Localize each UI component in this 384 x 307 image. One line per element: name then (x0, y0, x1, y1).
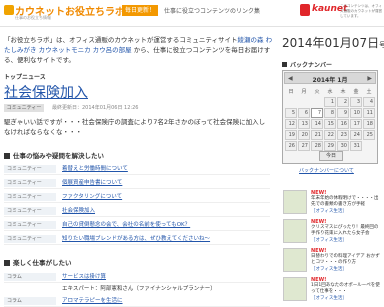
table-row: コミュニティー 着替えと労働時間について (4, 163, 270, 175)
ad-thumbnail[interactable] (283, 219, 307, 243)
next-month-icon[interactable]: ▶ (367, 75, 372, 82)
daily-update-badge: 毎日更新！ (122, 5, 159, 16)
top-news-excerpt: 駆ぎゃいい話ですが・・・社会保険庁の調査により7名2年さかのぼって社会保険に加入… (4, 118, 266, 136)
weekday-label: 日 (288, 89, 294, 95)
section-work-heading: 仕事の悩みや疑問を解決したい (4, 150, 104, 160)
backnumber-heading: バックナンバー (282, 60, 332, 69)
calendar-day[interactable]: 31 (350, 141, 362, 151)
weekday-label: 木 (340, 89, 346, 95)
ad-tag[interactable]: ［オフィス生活］ (311, 266, 347, 272)
site-header: カウネットお役立ちラボ 仕事のお役立ち情報 毎日更新！ 仕事に役立つコンテンツの… (0, 0, 384, 27)
today-button[interactable]: 今日 (319, 151, 343, 161)
ad-thumbnail[interactable] (283, 190, 307, 214)
calendar-day[interactable]: 6 (298, 108, 310, 118)
table-row: コラム アロマテラピーを生活に (4, 295, 270, 307)
calendar-day[interactable]: 2 (337, 97, 349, 107)
sidebar-ad[interactable]: NEW! 年末年始の休暇明けで・・・・出先での書類の書き方が手軽 ［オフィス生活… (283, 190, 381, 218)
calendar-day[interactable]: 12 (285, 119, 297, 129)
calendar-day[interactable]: 3 (350, 97, 362, 107)
link-kauro[interactable]: カウ呂の部屋 (93, 46, 132, 54)
calendar-day[interactable]: 27 (298, 141, 310, 151)
ad-thumbnail[interactable] (283, 277, 307, 301)
kaunet-logo-icon[interactable] (300, 4, 310, 16)
issue-date: 2014年01月07日号 (282, 36, 384, 50)
top-news-category: コミュニティー (4, 104, 44, 112)
sidebar-ad[interactable]: NEW! 日替わりでの料理アイデア おかずとコツ・・・の作り方 ［オフィス生活］ (283, 248, 381, 276)
sidebar-ad[interactable]: NEW! クリスマスにぴったり！最終回の手作り花束に入れたら女子会 ［オフィス生… (283, 219, 381, 247)
weekday-label: 水 (327, 89, 333, 95)
calendar-day[interactable]: 1 (324, 97, 336, 107)
weekday-label: 土 (366, 89, 372, 95)
calendar-header: ◀ 2014年 1月 ▶ (284, 72, 376, 84)
calendar-day[interactable]: 24 (350, 130, 362, 140)
ad-text[interactable]: 日替わりでの料理アイデア おかずとコツ・・・の作り方 (311, 254, 381, 266)
calendar-day[interactable]: 7 (311, 108, 323, 118)
calendar-day[interactable]: 8 (324, 108, 336, 118)
calendar-day[interactable]: 10 (350, 108, 362, 118)
table-row: コミュニティー 知りたい職場ブレンドがある方は、ぜひ教えてくださいね～ (4, 233, 270, 245)
weekday-label: 月 (301, 89, 307, 95)
calendar-day[interactable]: 17 (350, 119, 362, 129)
ad-text[interactable]: 年末年始の休暇明けで・・・・出先での書類の書き方が手軽 (311, 196, 381, 208)
kaunet-note: このコンテンツは、オフィス通販のカウネットが運営しています。 (340, 4, 382, 18)
calendar-day[interactable]: 28 (311, 141, 323, 151)
ad-text[interactable]: クリスマスにぴったり！最終回の手作り花束に入れたら女子会 (311, 225, 381, 237)
logo-icon[interactable] (4, 5, 14, 15)
calendar-day[interactable]: 4 (363, 97, 375, 107)
calendar-day[interactable]: 14 (311, 119, 323, 129)
calendar-day[interactable]: 21 (311, 130, 323, 140)
calendar-day[interactable]: 13 (298, 119, 310, 129)
table-row: コラム サービスは掛け算 (4, 271, 270, 283)
calendar-month: 2014年 1月 (312, 77, 348, 84)
calendar-day[interactable]: 11 (363, 108, 375, 118)
ad-thumbnail[interactable] (283, 248, 307, 272)
calendar-day[interactable]: 5 (285, 108, 297, 118)
ad-tag[interactable]: ［オフィス生活］ (311, 208, 347, 214)
table-row: コミュニティー 社会保険加入 (4, 205, 270, 217)
weekday-label: 火 (314, 89, 320, 95)
logo-subtitle: 仕事のお役立ち情報 (15, 15, 51, 20)
calendar: ◀ 2014年 1月 ▶ 日月火水木金土 1 2 3 4 5 6 7 8 9 10 11 12 13 14 1… (282, 70, 378, 164)
weekday-label: 金 (353, 89, 359, 95)
link-ayase[interactable]: 綾瀬の森 (237, 36, 263, 44)
sidebar-ad[interactable]: NEW! 1日1回あなたのオポールーぺを使って仕事を・・・ ［オフィス生活］ (283, 277, 381, 305)
calendar-day[interactable]: 18 (363, 119, 375, 129)
table-row: エキスパート：阿部憲和さん（ファイナンシャルプランナー） (62, 286, 216, 292)
table-row: コミュニティー 自己の貸倒懸念の会で、会社の名前を使ってもOK？ (4, 219, 270, 231)
calendar-day[interactable]: 9 (337, 108, 349, 118)
calendar-day[interactable]: 20 (298, 130, 310, 140)
calendar-day[interactable]: 30 (337, 141, 349, 151)
site-intro: 「お役立ちラボ」は、オフィス通販のカウネットが運営するコミュニティサイト綾瀬の森… (4, 36, 273, 64)
calendar-day[interactable]: 16 (337, 119, 349, 129)
calendar-day[interactable]: 19 (285, 130, 297, 140)
section-fun-heading: 楽しく仕事がしたい (4, 257, 72, 267)
square-bullet-icon (4, 153, 10, 159)
top-news-updated: 最終更新日：2014年01月06日 12:26 (52, 105, 139, 111)
table-row: コミュニティー 個展資産申告書について (4, 177, 270, 189)
calendar-day[interactable]: 26 (285, 141, 297, 151)
square-bullet-icon (4, 260, 10, 266)
calendar-day[interactable]: 29 (324, 141, 336, 151)
backnumber-link[interactable]: バックナンバーについて (299, 167, 354, 174)
top-news-label: トップニュース (4, 74, 46, 81)
calendar-day[interactable]: 15 (324, 119, 336, 129)
table-row: コミュニティー ファクタリングについて (4, 191, 270, 203)
square-bullet-icon (282, 62, 287, 67)
calendar-day[interactable]: 23 (337, 130, 349, 140)
ad-tag[interactable]: ［オフィス生活］ (311, 237, 347, 243)
calendar-day[interactable]: 22 (324, 130, 336, 140)
link-monica[interactable]: カウネットモニカ (39, 46, 91, 54)
ad-tag[interactable]: ［オフィス生活］ (311, 295, 347, 301)
site-tagline: 仕事に役立つコンテンツのリンク集 (164, 8, 261, 15)
top-news-title[interactable]: 社会保険加入 (4, 82, 88, 102)
calendar-day[interactable]: 25 (363, 130, 375, 140)
ad-text[interactable]: 1日1回あなたのオポールーぺを使って仕事を・・・ (311, 283, 381, 295)
